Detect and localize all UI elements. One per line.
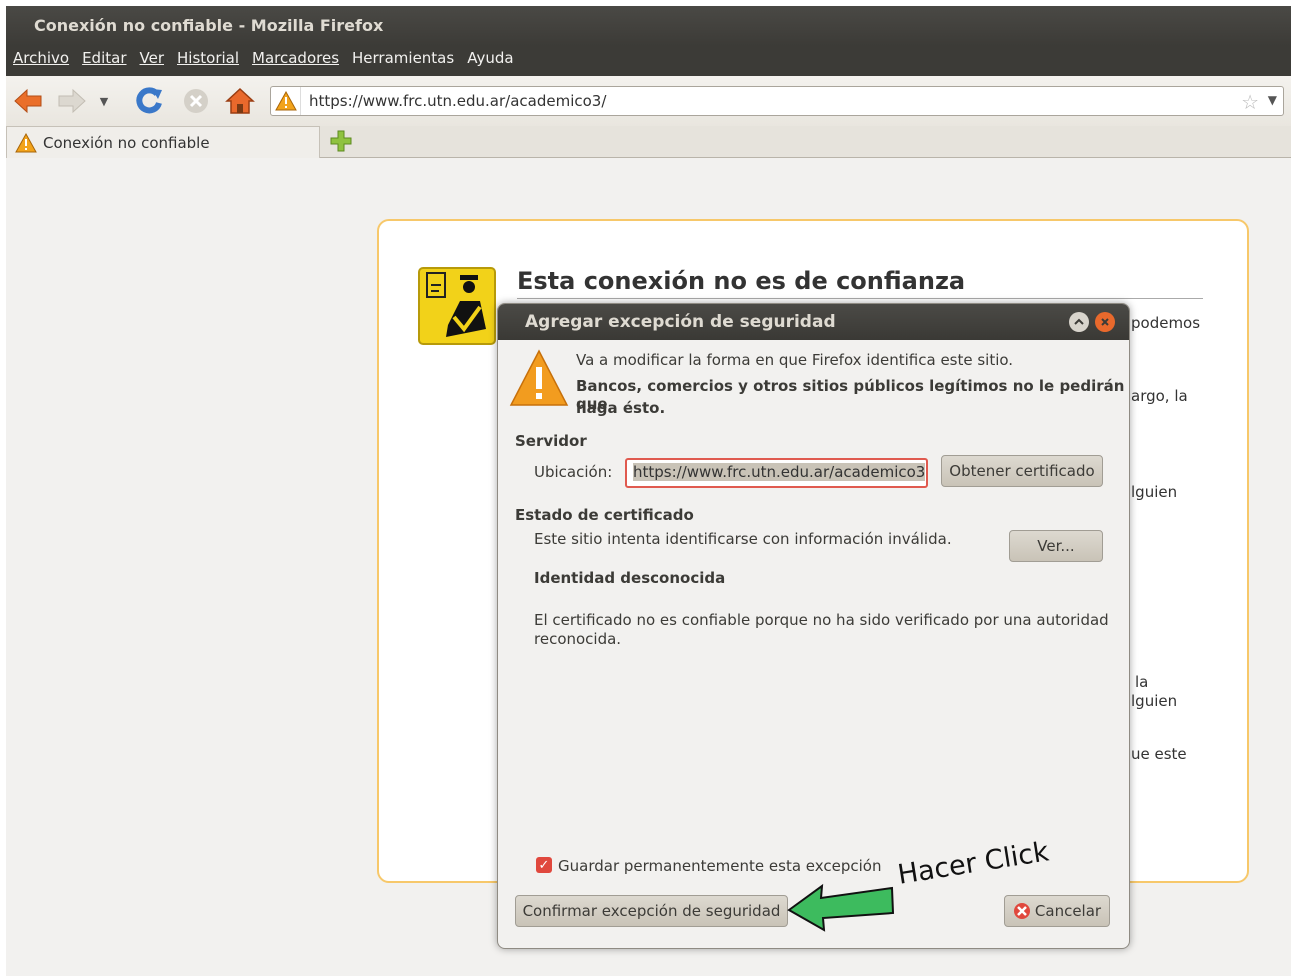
police-icon [418,267,496,349]
address-bar[interactable]: https://www.frc.utn.edu.ar/academico3/ ☆… [270,86,1284,116]
page-text-fragment: ue este [1131,745,1187,763]
back-button[interactable] [12,85,44,117]
identity-text-line-1: El certificado no es confiable porque no… [534,611,1109,629]
page-text-fragment: lguien [1131,483,1178,501]
warning-icon [509,349,569,406]
menu-herramientas[interactable]: Herramientas [352,49,454,76]
menu-ver[interactable]: Ver [140,49,165,76]
cancel-label: Cancelar [1034,902,1102,920]
page-text-fragment: podemos [1131,314,1201,332]
history-dropdown-icon: ▼ [99,94,109,108]
menu-ayuda[interactable]: Ayuda [467,49,513,76]
menu-historial[interactable]: Historial [177,49,239,76]
error-page-title: Esta conexión no es de confianza [517,267,1203,299]
window-titlebar: Conexión no confiable - Mozilla Firefox [6,6,1291,46]
url-text: https://www.frc.utn.edu.ar/academico3/ [309,92,607,110]
stop-button[interactable] [180,85,212,117]
navigation-toolbar: ▼ https://www.frc.utn.edu.ar/academico3/… [6,76,1291,126]
page-text-fragment: lguien [1131,692,1178,710]
reload-icon [136,87,162,114]
confirm-exception-button[interactable]: Confirmar excepción de seguridad [515,895,788,927]
home-button[interactable] [224,85,256,117]
location-input[interactable]: https://www.frc.utn.edu.ar/academico3 [625,458,928,488]
server-heading: Servidor [515,432,587,450]
get-certificate-button[interactable]: Obtener certificado [941,455,1103,487]
warning-line-3: haga ésto. [576,399,666,417]
warning-icon [15,133,37,153]
menu-archivo[interactable]: Archivo [13,49,69,76]
window-title: Conexión no confiable - Mozilla Firefox [34,16,384,35]
dialog-titlebar: Agregar excepción de seguridad [498,304,1129,340]
cancel-icon [1013,903,1030,919]
dialog-title: Agregar excepción de seguridad [525,312,836,332]
back-icon [14,88,42,114]
permanent-exception-label: Guardar permanentemente esta excepción [558,857,882,875]
tab-untrusted[interactable]: Conexión no confiable [6,126,320,159]
cert-status-text: Este sitio intenta identificarse con inf… [534,530,952,548]
url-dropdown-icon[interactable]: ▼ [1268,93,1277,107]
identity-heading: Identidad desconocida [534,569,726,587]
close-button[interactable] [1095,312,1115,332]
warning-icon [274,91,297,111]
page-text-fragment: argo, la [1131,387,1188,405]
menu-marcadores[interactable]: Marcadores [252,49,339,76]
new-tab-icon [330,130,352,152]
stop-icon [184,89,208,113]
location-label: Ubicación: [534,463,613,481]
forward-icon [58,88,86,114]
history-dropdown[interactable]: ▼ [96,85,112,117]
forward-button[interactable] [56,85,88,117]
home-icon [225,87,255,114]
tab-label: Conexión no confiable [43,134,210,152]
site-identity-button[interactable] [271,87,301,115]
minimize-icon [1074,318,1084,325]
minimize-button[interactable] [1069,312,1089,332]
page-text-fragment: la [1135,673,1149,691]
identity-text-line-2: reconocida. [534,630,622,648]
cert-status-heading: Estado de certificado [515,506,694,524]
bookmark-star-icon[interactable]: ☆ [1241,90,1259,114]
menubar: Archivo Editar Ver Historial Marcadores … [6,46,1291,76]
reload-button[interactable] [134,85,166,117]
tab-strip: Conexión no confiable [6,126,1291,159]
menu-editar[interactable]: Editar [82,49,126,76]
view-certificate-button[interactable]: Ver... [1009,530,1103,562]
location-value: https://www.frc.utn.edu.ar/academico3 [633,463,926,481]
close-icon [1101,318,1109,326]
new-tab-button[interactable] [330,130,352,156]
permanent-exception-checkbox[interactable]: ✓ [536,857,552,873]
cancel-button[interactable]: Cancelar [1004,895,1110,927]
annotation-arrow [787,883,895,932]
warning-line-1: Va a modificar la forma en que Firefox i… [576,351,1014,369]
